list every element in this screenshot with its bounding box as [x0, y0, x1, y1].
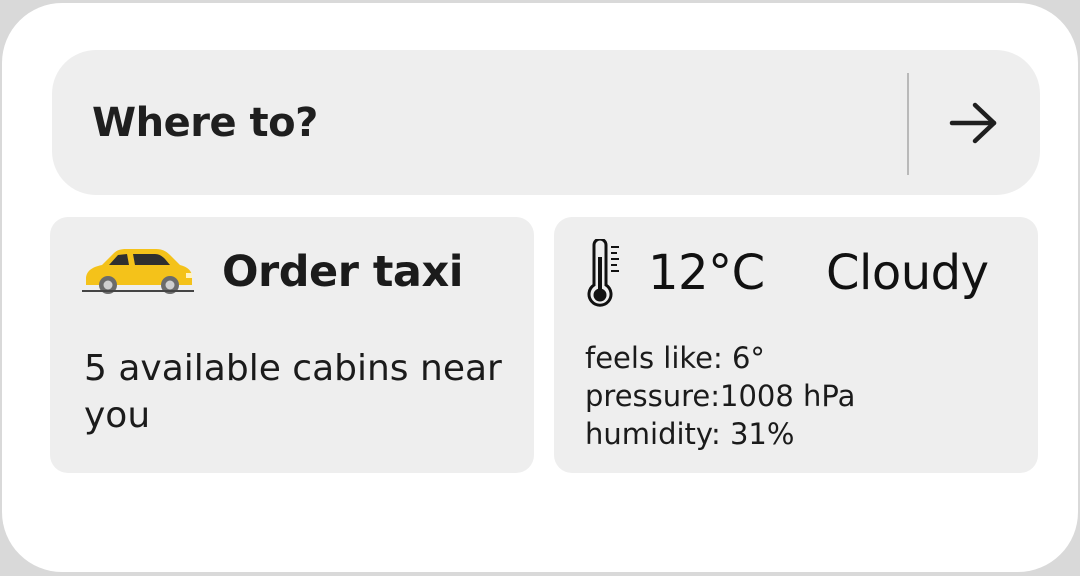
thermometer-icon — [587, 239, 619, 307]
order-taxi-card[interactable]: Order taxi 5 available cabins near you — [50, 217, 534, 473]
weather-details: feels like: 6° pressure:1008 hPa humidit… — [585, 339, 855, 453]
humidity-text: humidity: 31% — [585, 417, 795, 451]
where-to-label: Where to? — [92, 100, 318, 146]
taxi-car-icon — [82, 249, 194, 294]
feels-like-text: feels like: 6° — [585, 341, 765, 375]
order-taxi-title: Order taxi — [222, 247, 463, 297]
search-divider — [907, 73, 909, 175]
pressure-text: pressure:1008 hPa — [585, 379, 856, 413]
arrow-right-icon[interactable] — [944, 98, 1004, 148]
widget-sheet: Where to? Order taxi 5 available cabins … — [2, 3, 1078, 572]
weather-condition: Cloudy — [826, 245, 989, 301]
weather-card[interactable]: 12°C Cloudy feels like: 6° pressure:1008… — [554, 217, 1038, 473]
available-cabins-text: 5 available cabins near you — [84, 348, 502, 436]
temperature-value: 12°C — [648, 245, 765, 301]
where-to-search-bar[interactable]: Where to? — [52, 50, 1040, 195]
